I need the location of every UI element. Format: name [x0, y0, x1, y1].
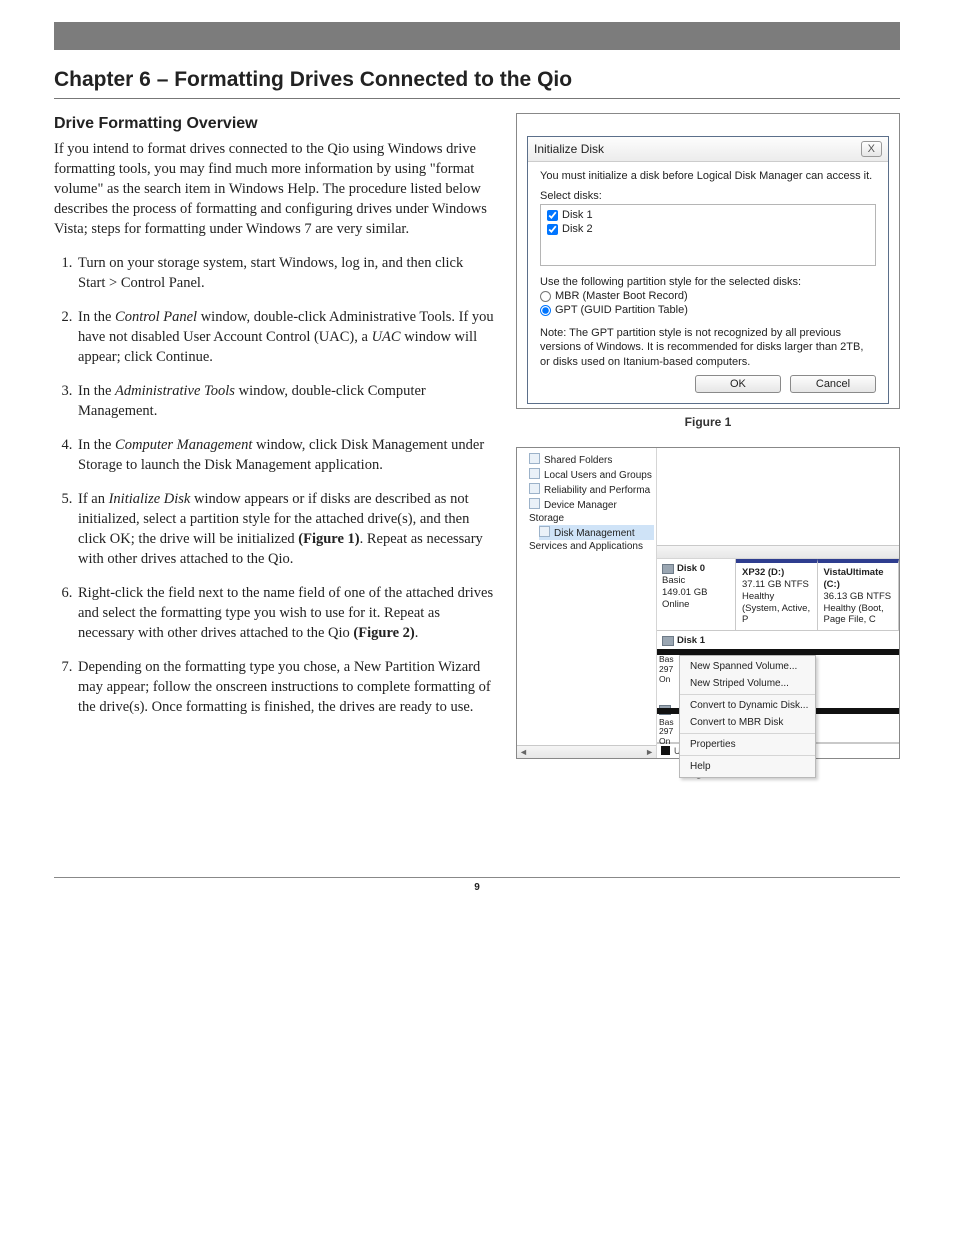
computer-management-window: Shared Folders Local Users and Groups Re…	[517, 448, 899, 758]
step-2: In the Control Panel window, double-clic…	[76, 307, 494, 367]
step-7: Depending on the formatting type you cho…	[76, 657, 494, 717]
figure-1-frame: Initialize Disk X You must initialize a …	[516, 113, 900, 409]
disk-1-header[interactable]: Disk 1	[662, 635, 730, 647]
context-menu: New Spanned Volume... New Striped Volume…	[679, 655, 816, 778]
header-bar	[54, 22, 900, 50]
h-scrollbar[interactable]	[657, 545, 899, 558]
dialog-message: You must initialize a disk before Logica…	[540, 170, 876, 182]
tree-reliability[interactable]: Reliability and Performa	[529, 482, 654, 497]
menu-new-spanned[interactable]: New Spanned Volume...	[680, 658, 815, 675]
cancel-button[interactable]: Cancel	[790, 375, 876, 393]
legend-unallocated-icon	[661, 746, 670, 755]
disk-0-header[interactable]: Disk 0 Basic 149.01 GB Online	[657, 559, 736, 630]
step-6: Right-click the field next to the name f…	[76, 583, 494, 643]
menu-convert-dynamic[interactable]: Convert to Dynamic Disk...	[680, 697, 815, 714]
disk-0-row: Disk 0 Basic 149.01 GB Online XP32 (D:) …	[657, 559, 899, 631]
figure-2-frame: Shared Folders Local Users and Groups Re…	[516, 447, 900, 759]
section-title: Drive Formatting Overview	[54, 113, 494, 135]
figure-1-caption: Figure 1	[516, 415, 900, 429]
ok-button[interactable]: OK	[695, 375, 781, 393]
step-3: In the Administrative Tools window, doub…	[76, 381, 494, 421]
steps-list: Turn on your storage system, start Windo…	[54, 253, 494, 717]
content-column: Drive Formatting Overview If you intend …	[54, 113, 494, 797]
close-button[interactable]: X	[861, 141, 882, 157]
tree-storage[interactable]: Storage	[529, 512, 654, 525]
intro-paragraph: If you intend to format drives connected…	[54, 139, 494, 239]
disk-1-row: Disk 1 Bas 297 On Bas 297	[657, 631, 899, 743]
step-1: Turn on your storage system, start Windo…	[76, 253, 494, 293]
disk-list: Disk 1 Disk 2	[540, 204, 876, 266]
disk-2-checkbox[interactable]: Disk 2	[547, 223, 869, 235]
step-4: In the Computer Management window, click…	[76, 435, 494, 475]
tree-local-users[interactable]: Local Users and Groups	[529, 467, 654, 482]
menu-new-striped[interactable]: New Striped Volume...	[680, 675, 815, 692]
page-number: 9	[54, 877, 900, 893]
dialog-title: Initialize Disk	[534, 142, 604, 156]
menu-help[interactable]: Help	[680, 758, 815, 775]
select-disks-label: Select disks:	[540, 190, 876, 202]
figures-column: Initialize Disk X You must initialize a …	[516, 113, 900, 797]
tree-shared-folders[interactable]: Shared Folders	[529, 452, 654, 467]
menu-properties[interactable]: Properties	[680, 736, 815, 753]
disk-1-checkbox[interactable]: Disk 1	[547, 209, 869, 221]
volume-list-area	[657, 448, 899, 559]
menu-convert-mbr[interactable]: Convert to MBR Disk	[680, 714, 815, 731]
step-5: If an Initialize Disk window appears or …	[76, 489, 494, 569]
chapter-title: Chapter 6 – Formatting Drives Connected …	[54, 68, 900, 92]
tree-device-manager[interactable]: Device Manager	[529, 497, 654, 512]
gpt-radio[interactable]: GPT (GUID Partition Table)	[540, 304, 876, 316]
initialize-disk-dialog: Initialize Disk X You must initialize a …	[527, 136, 889, 404]
divider	[54, 98, 900, 99]
partition-xp32[interactable]: XP32 (D:) 37.11 GB NTFS Healthy (System,…	[736, 559, 818, 630]
mbr-radio[interactable]: MBR (Master Boot Record)	[540, 290, 876, 302]
navigation-tree[interactable]: Shared Folders Local Users and Groups Re…	[517, 448, 657, 758]
tree-services[interactable]: Services and Applications	[529, 540, 654, 553]
partition-style-label: Use the following partition style for th…	[540, 276, 876, 288]
tree-scrollbar[interactable]: ◄►	[517, 745, 656, 758]
tree-disk-management[interactable]: Disk Management	[539, 525, 654, 540]
gpt-note: Note: The GPT partition style is not rec…	[540, 326, 876, 369]
partition-vista[interactable]: VistaUltimate (C:) 36.13 GB NTFS Healthy…	[818, 559, 900, 630]
